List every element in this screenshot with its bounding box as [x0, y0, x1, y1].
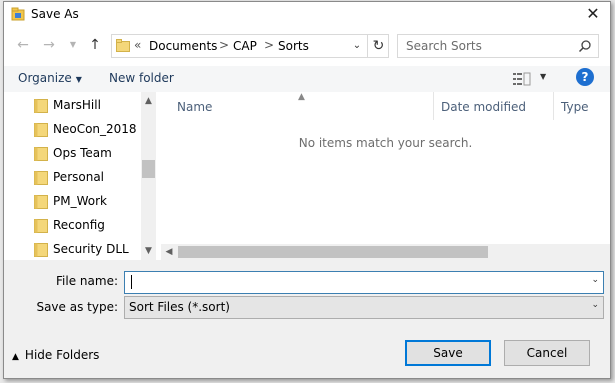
organize-label: Organize [18, 71, 72, 85]
address-history-dropdown[interactable]: ⌄ [350, 38, 364, 54]
view-options-dropdown[interactable]: ▼ [540, 72, 546, 81]
nav-item-label: Personal [53, 170, 105, 184]
forward-button[interactable]: → [38, 34, 60, 56]
save-as-app-icon [11, 7, 25, 21]
column-header-type[interactable]: Type [561, 100, 589, 114]
folder-icon [34, 219, 48, 233]
refresh-button[interactable]: ↻ [367, 35, 389, 57]
scroll-down-button[interactable]: ▼ [141, 242, 156, 260]
chevron-down-icon: ⌄ [591, 300, 599, 310]
up-arrow-icon: ↑ [89, 37, 101, 53]
nav-item-neocon-2018[interactable]: NeoCon_2018 [32, 118, 142, 142]
scroll-left-button[interactable]: ◀ [161, 244, 177, 260]
back-arrow-icon: ← [17, 37, 29, 53]
navigation-pane: MarsHill NeoCon_2018 Ops Team Personal P… [4, 92, 156, 260]
nav-item-pm-work[interactable]: PM_Work [32, 190, 142, 214]
scrollbar-thumb[interactable] [142, 160, 155, 178]
nav-item-label: Ops Team [53, 146, 112, 160]
save-as-type-label: Save as type: [36, 300, 118, 314]
folder-icon [34, 147, 48, 161]
organize-button[interactable]: Organize ▼ [18, 71, 82, 85]
file-list: ▲ Name Date modified Type No items match… [161, 92, 610, 260]
folder-icon [34, 243, 48, 257]
breadcrumb-overflow[interactable]: « [134, 38, 141, 52]
back-button[interactable]: ← [12, 34, 34, 56]
nav-item-personal[interactable]: Personal [32, 166, 142, 190]
address-bar[interactable]: « Documents > CAP > Sorts ⌄ ↻ [111, 34, 389, 58]
search-input[interactable]: Search Sorts [406, 39, 482, 53]
refresh-icon: ↻ [372, 38, 385, 54]
nav-item-label: Reconfig [53, 218, 105, 232]
nav-item-marshill[interactable]: MarsHill [32, 94, 142, 118]
nav-item-label: NeoCon_2018 [53, 122, 137, 136]
recent-locations-button[interactable]: ▼ [62, 34, 84, 56]
chevron-left-icon: ◀ [165, 247, 173, 257]
filename-label: File name: [56, 274, 118, 288]
hide-folders-label: Hide Folders [24, 348, 100, 362]
up-button[interactable]: ↑ [84, 34, 106, 56]
breadcrumb-separator[interactable]: > [264, 38, 274, 52]
nav-item-label: PM_Work [53, 194, 107, 208]
navigation-bar: ← → ▼ ↑ « Documents > CAP > Sorts ⌄ ↻ Se… [4, 32, 610, 60]
save-as-type-value: Sort Files (*.sort) [129, 300, 230, 314]
breadcrumb-documents[interactable]: Documents [149, 39, 217, 53]
column-header-date-modified[interactable]: Date modified [441, 100, 526, 114]
sort-indicator-icon: ▲ [298, 92, 305, 102]
chevron-up-icon: ▲ [145, 96, 152, 106]
nav-item-security-dll[interactable]: Security DLL [32, 238, 142, 262]
breadcrumb-sorts[interactable]: Sorts [278, 39, 309, 53]
column-header-name[interactable]: Name [177, 100, 212, 114]
close-button[interactable]: ✕ [582, 4, 604, 24]
save-as-type-select[interactable]: Sort Files (*.sort) ⌄ [124, 296, 604, 319]
search-icon [578, 40, 591, 53]
text-caret [131, 275, 132, 289]
nav-item-label: MarsHill [53, 98, 101, 112]
nav-item-label: Security DLL [53, 242, 129, 256]
chevron-down-icon: ▼ [145, 246, 152, 256]
command-bar: Organize ▼ New folder ▼ ? [4, 66, 610, 92]
chevron-down-icon[interactable]: ⌄ [591, 275, 599, 285]
nav-item-reconfig[interactable]: Reconfig [32, 214, 142, 238]
nav-item-ops-team[interactable]: Ops Team [32, 142, 142, 166]
folder-icon [34, 195, 48, 209]
close-icon: ✕ [586, 4, 600, 23]
breadcrumb-cap[interactable]: CAP [233, 39, 257, 53]
window-title: Save As [31, 7, 79, 21]
column-divider[interactable] [553, 92, 554, 120]
view-options-icon[interactable] [513, 72, 531, 86]
chevron-down-icon: ⌄ [352, 40, 362, 51]
empty-message: No items match your search. [298, 136, 473, 150]
scrollbar-thumb[interactable] [178, 246, 488, 258]
chevron-up-icon: ▲ [12, 352, 19, 362]
folder-icon [116, 39, 130, 52]
save-button[interactable]: Save [405, 340, 491, 366]
new-folder-button[interactable]: New folder [109, 71, 174, 85]
folder-icon [34, 123, 48, 137]
save-form: File name: ⌄ Save as type: Sort Files (*… [4, 260, 610, 378]
folder-icon [34, 99, 48, 113]
chevron-down-icon: ▼ [75, 75, 82, 84]
navpane-scrollbar[interactable]: ▲ ▼ [141, 92, 156, 260]
save-as-dialog: Save As ✕ ← → ▼ ↑ « Documents > CAP > So… [3, 1, 611, 379]
scroll-up-button[interactable]: ▲ [141, 92, 156, 110]
title-bar: Save As ✕ [4, 2, 610, 28]
cancel-button[interactable]: Cancel [504, 340, 590, 366]
breadcrumb-separator[interactable]: > [219, 38, 229, 52]
folder-icon [34, 171, 48, 185]
column-divider[interactable] [433, 92, 434, 120]
hide-folders-button[interactable]: ▲ Hide Folders [12, 348, 99, 362]
help-icon[interactable]: ? [576, 68, 594, 86]
forward-arrow-icon: → [43, 37, 55, 53]
filelist-horizontal-scrollbar[interactable]: ◀ [161, 244, 610, 260]
filename-field[interactable]: ⌄ [124, 271, 604, 294]
recent-locations-icon: ▼ [69, 40, 77, 49]
search-box[interactable]: Search Sorts [397, 34, 599, 58]
